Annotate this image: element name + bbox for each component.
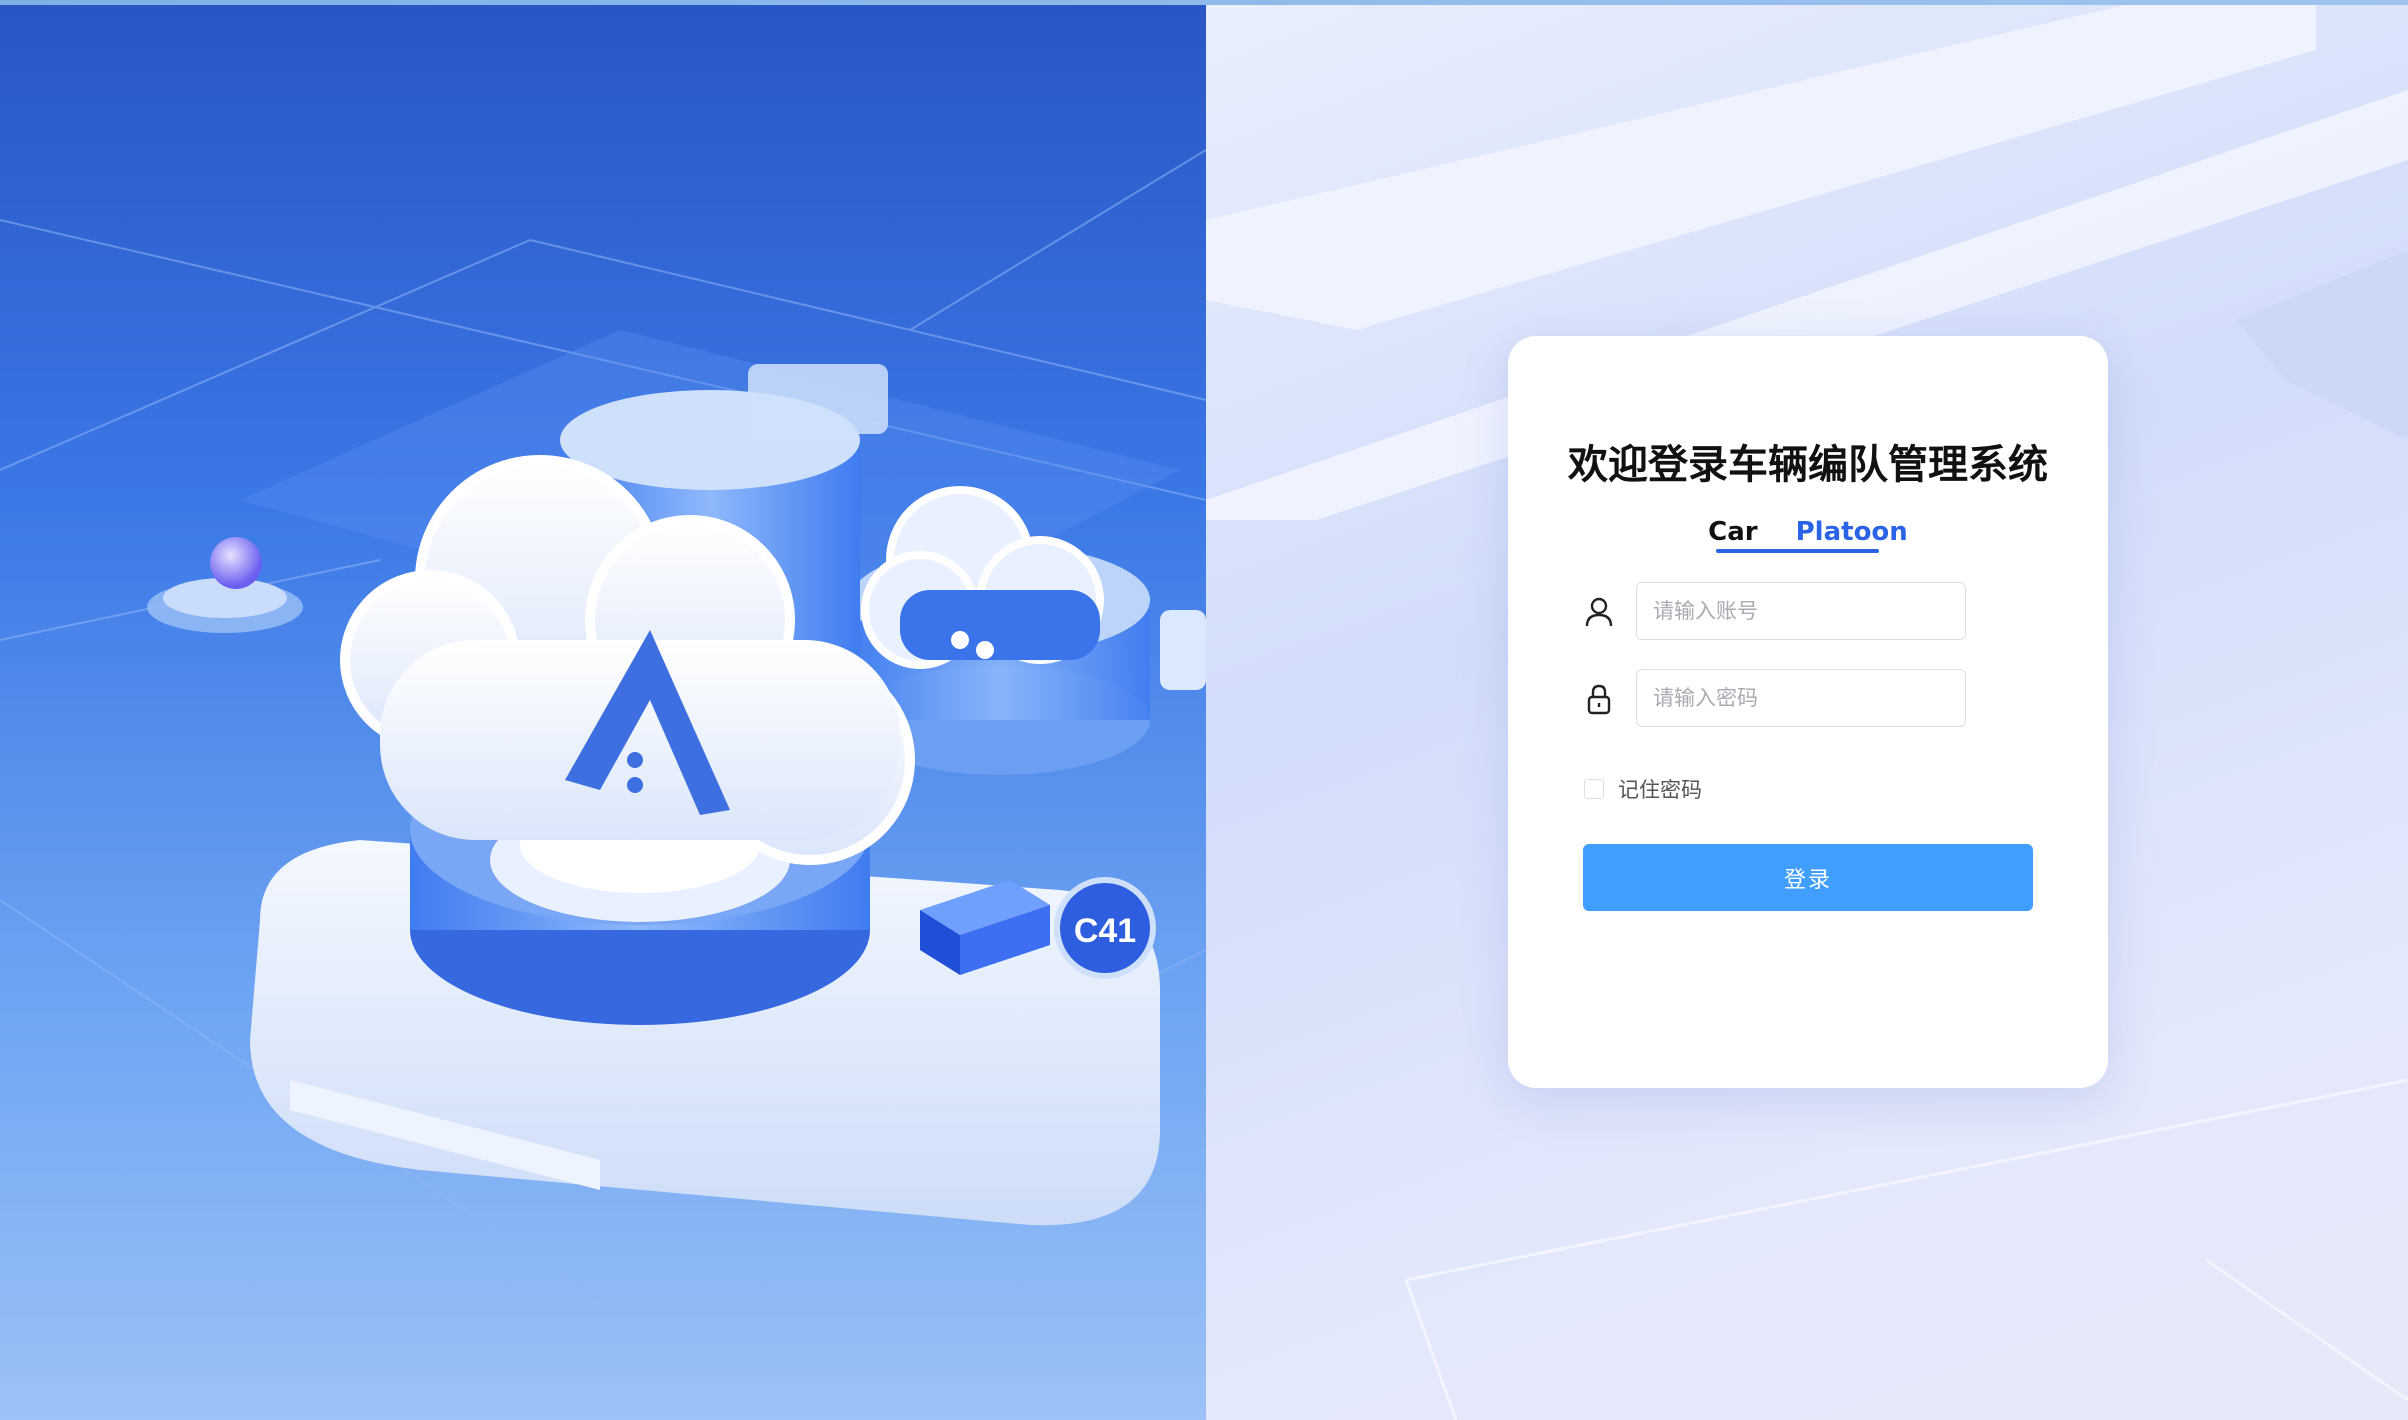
remember-password[interactable]: 记住密码 bbox=[1584, 774, 1702, 804]
login-button[interactable]: 登录 bbox=[1583, 844, 2033, 911]
password-input[interactable] bbox=[1636, 669, 1966, 727]
user-icon bbox=[1585, 597, 1613, 627]
username-row bbox=[1578, 582, 1978, 642]
hero-illustration: C41 bbox=[0, 0, 1206, 1420]
username-input[interactable] bbox=[1636, 582, 1966, 640]
tab-car[interactable]: Car bbox=[1708, 512, 1757, 552]
window-top-strip bbox=[0, 0, 2408, 5]
remember-label: 记住密码 bbox=[1618, 778, 1702, 802]
login-card: 欢迎登录车辆编队管理系统 Car Platoon 记住密码 登录 bbox=[1508, 336, 2108, 1088]
lock-icon bbox=[1587, 684, 1611, 715]
cloud-platform-illustration: C41 bbox=[0, 149, 1206, 1301]
hero-badge-text: C41 bbox=[1074, 912, 1136, 950]
login-title: 欢迎登录车辆编队管理系统 bbox=[1568, 442, 2048, 488]
tab-platoon[interactable]: Platoon bbox=[1796, 512, 1908, 552]
login-tabs: Car Platoon bbox=[1508, 512, 2108, 572]
tab-active-indicator bbox=[1716, 549, 1879, 553]
login-page: C41 欢迎登录车辆编队管理系统 Car Platoon 请输入账号 记住密码 … bbox=[0, 0, 2408, 1420]
remember-checkbox[interactable] bbox=[1584, 779, 1604, 799]
password-row bbox=[1578, 669, 1978, 729]
